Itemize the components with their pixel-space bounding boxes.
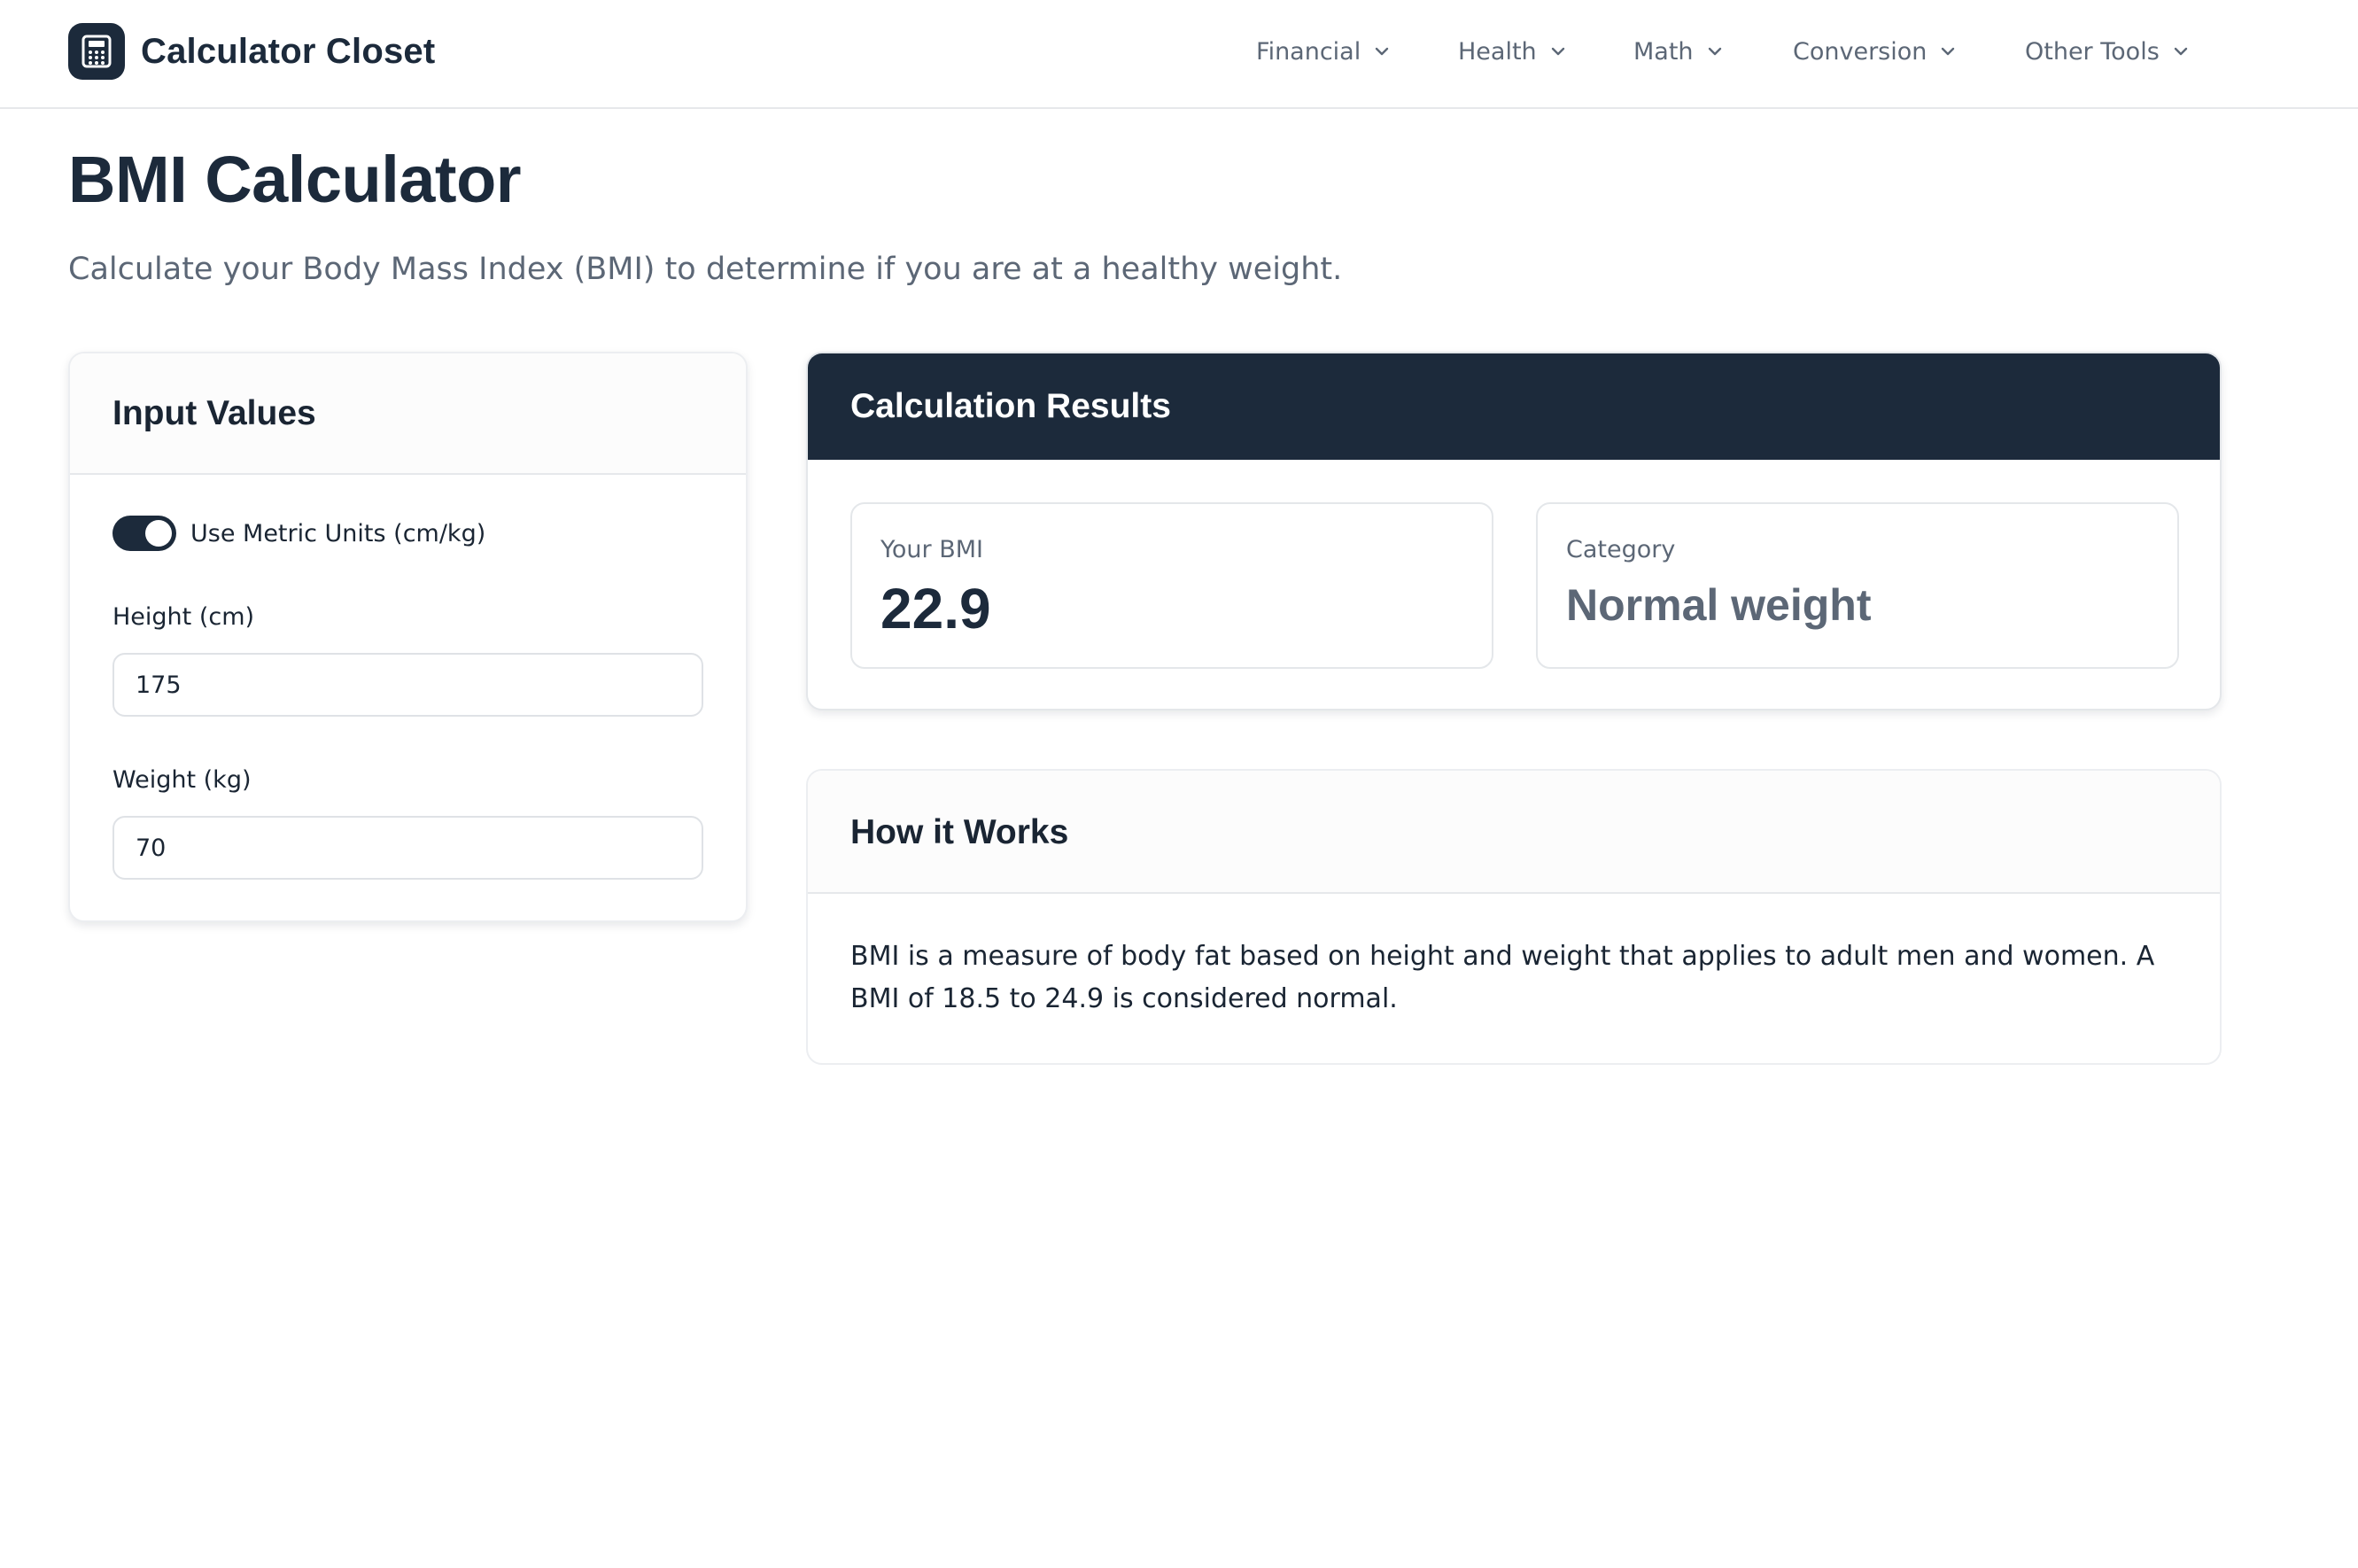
top-navigation-bar: Calculator Closet Financial Health Math … <box>0 0 2358 109</box>
how-it-works-card: How it Works BMI is a measure of body fa… <box>806 769 2222 1065</box>
toggle-knob <box>145 520 172 547</box>
bmi-result-box: Your BMI 22.9 <box>850 502 1493 669</box>
results-title: Calculation Results <box>850 387 1171 425</box>
nav-item-health[interactable]: Health <box>1458 32 1567 71</box>
weight-field-label: Weight (kg) <box>112 766 252 794</box>
results-header: Calculation Results <box>808 353 2220 460</box>
chevron-down-icon <box>1551 47 1564 56</box>
nav-item-other-tools[interactable]: Other Tools <box>2025 32 2190 71</box>
category-result-label: Category <box>1566 536 1676 563</box>
page-title: BMI Calculator <box>68 143 522 216</box>
chevron-down-icon <box>1942 47 1955 56</box>
metric-units-toggle-row: Use Metric Units (cm/kg) <box>112 515 485 552</box>
nav-item-label: Health <box>1458 37 1537 66</box>
calculator-icon <box>68 23 125 80</box>
brand-link[interactable]: Calculator Closet <box>68 23 435 80</box>
nav-item-label: Conversion <box>1793 37 1928 66</box>
nav-item-label: Math <box>1633 37 1694 66</box>
height-field-label: Height (cm) <box>112 603 255 631</box>
chevron-down-icon <box>2174 47 2187 56</box>
how-it-works-description: BMI is a measure of body fat based on he… <box>850 941 2155 1014</box>
card-header: Input Values <box>70 353 746 475</box>
nav-item-math[interactable]: Math <box>1633 32 1724 71</box>
chevron-down-icon <box>1708 47 1721 56</box>
category-result-box: Category Normal weight <box>1536 502 2179 669</box>
bmi-result-value: 22.9 <box>880 577 991 640</box>
nav-item-conversion[interactable]: Conversion <box>1793 32 1957 71</box>
input-values-card: Input Values Use Metric Units (cm/kg) He… <box>68 352 748 922</box>
how-it-works-title: How it Works <box>850 813 1069 851</box>
card-title: Input Values <box>112 394 316 432</box>
nav-item-label: Other Tools <box>2025 37 2160 66</box>
nav-item-label: Financial <box>1256 37 1361 66</box>
page-subtitle: Calculate your Body Mass Index (BMI) to … <box>68 252 1343 287</box>
weight-input[interactable] <box>112 816 703 880</box>
metric-units-toggle[interactable] <box>112 516 176 551</box>
brand-name: Calculator Closet <box>141 31 436 71</box>
calculation-results-card: Calculation Results Your BMI 22.9 Catego… <box>806 352 2222 710</box>
height-input[interactable] <box>112 653 703 717</box>
chevron-down-icon <box>1376 47 1389 56</box>
card-header: How it Works <box>808 771 2220 894</box>
nav-item-financial[interactable]: Financial <box>1256 32 1391 71</box>
category-result-value: Normal weight <box>1566 580 1872 630</box>
bmi-result-label: Your BMI <box>880 536 984 563</box>
metric-units-toggle-label[interactable]: Use Metric Units (cm/kg) <box>190 520 485 547</box>
